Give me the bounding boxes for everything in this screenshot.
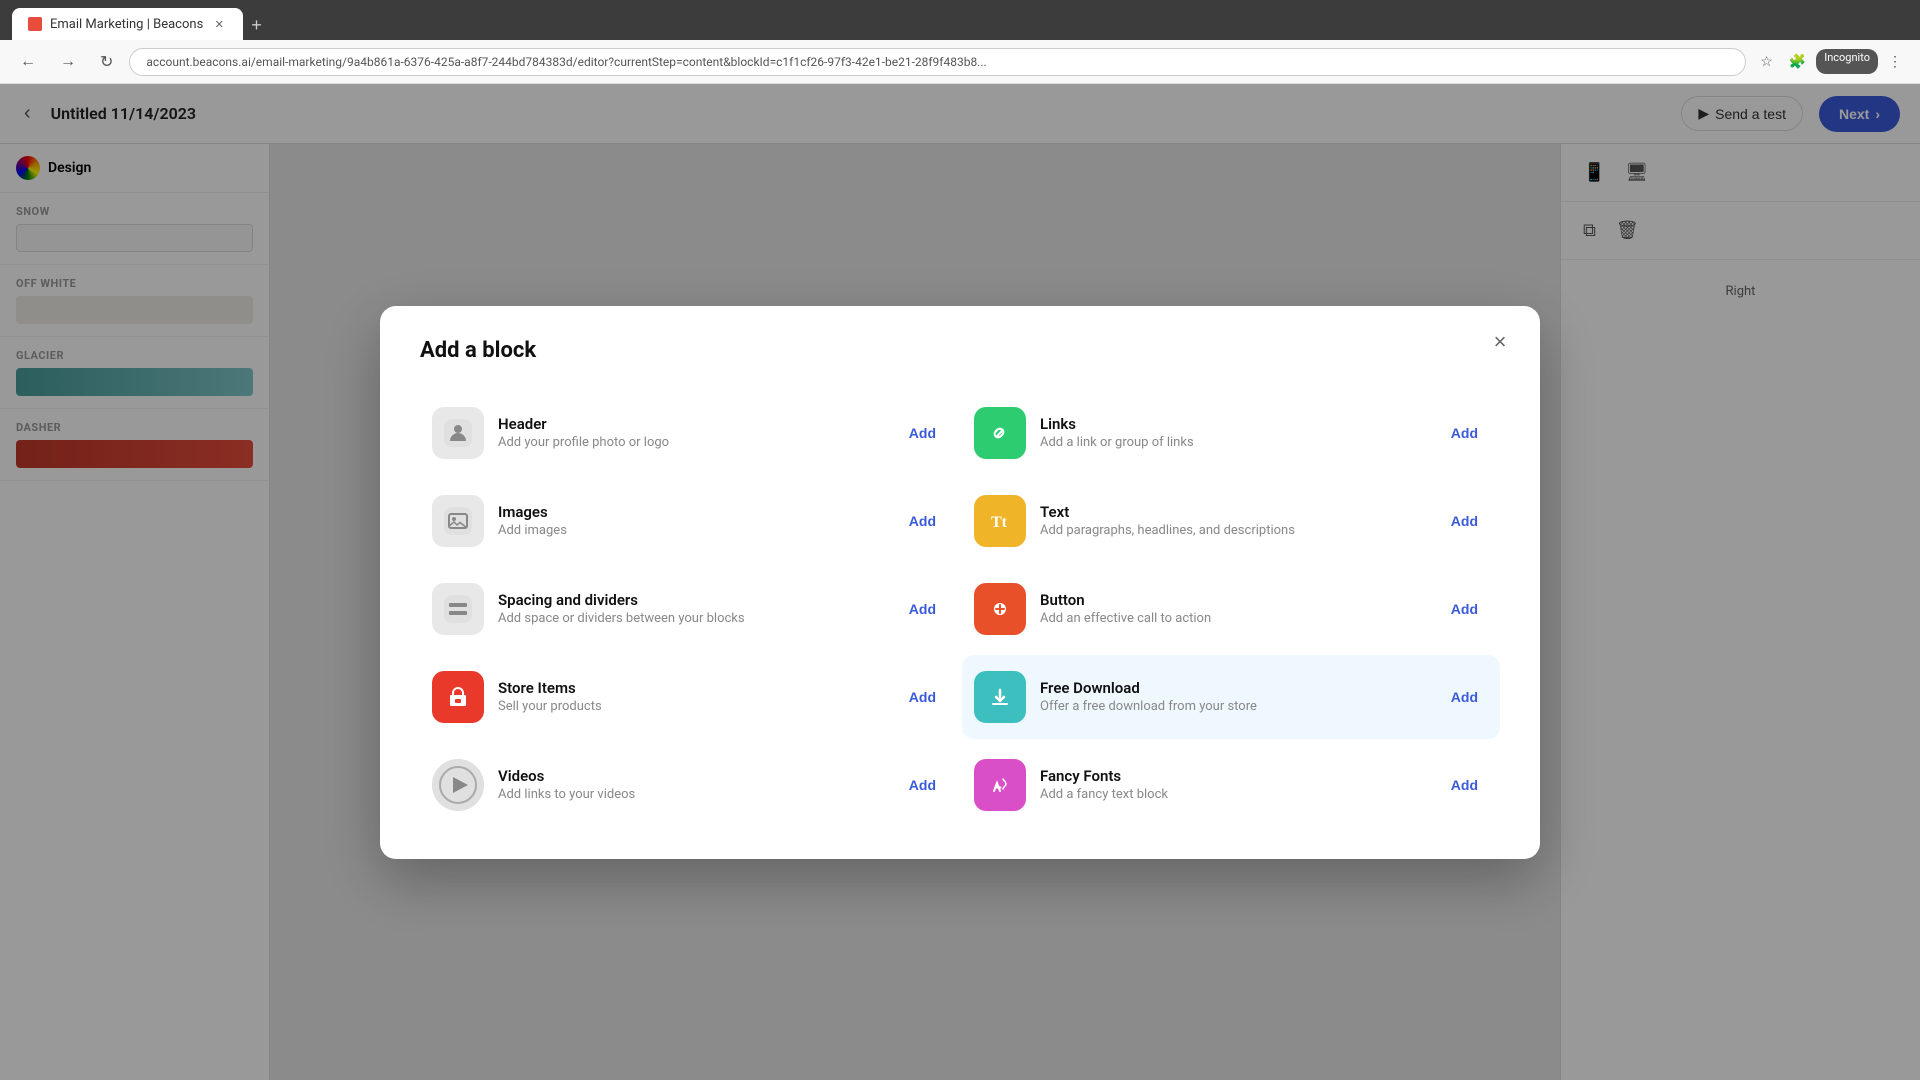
videos-block-name: Videos [498, 767, 885, 785]
spacing-block-info: Spacing and dividers Add space or divide… [498, 591, 885, 626]
header-block-name: Header [498, 415, 885, 433]
block-item-spacing[interactable]: Spacing and dividers Add space or divide… [420, 567, 958, 651]
free-download-block-info: Free Download Offer a free download from… [1040, 679, 1427, 714]
store-block-name: Store Items [498, 679, 885, 697]
block-item-button[interactable]: Button Add an effective call to action A… [962, 567, 1500, 651]
fancy-block-desc: Add a fancy text block [1040, 787, 1427, 802]
free-download-add-button[interactable]: Add [1441, 683, 1488, 711]
videos-add-button[interactable]: Add [899, 771, 946, 799]
text-block-name: Text [1040, 503, 1427, 521]
browser-chrome: Email Marketing | Beacons ✕ + [0, 0, 1920, 40]
extension-btn[interactable]: 🧩 [1783, 49, 1812, 74]
button-block-icon [974, 583, 1026, 635]
bookmark-btn[interactable]: ☆ [1754, 49, 1779, 74]
videos-block-icon [432, 759, 484, 811]
store-block-info: Store Items Sell your products [498, 679, 885, 714]
block-item-free-download[interactable]: Free Download Offer a free download from… [962, 655, 1500, 739]
menu-btn[interactable]: ⋮ [1882, 49, 1908, 74]
videos-block-desc: Add links to your videos [498, 787, 885, 802]
tab-favicon [28, 17, 42, 31]
header-block-info: Header Add your profile photo or logo [498, 415, 885, 450]
modal-close-button[interactable]: × [1484, 326, 1516, 358]
incognito-badge: Incognito [1816, 49, 1878, 74]
fancy-add-button[interactable]: Add [1441, 771, 1488, 799]
toolbar-icons: ☆ 🧩 Incognito ⋮ [1754, 49, 1908, 74]
text-block-info: Text Add paragraphs, headlines, and desc… [1040, 503, 1427, 538]
block-item-header[interactable]: Header Add your profile photo or logo Ad… [420, 391, 958, 475]
images-block-info: Images Add images [498, 503, 885, 538]
tab-title: Email Marketing | Beacons [50, 17, 203, 32]
header-block-desc: Add your profile photo or logo [498, 435, 885, 450]
images-block-name: Images [498, 503, 885, 521]
modal-overlay[interactable]: Add a block × Header Add your profile ph… [0, 84, 1920, 1080]
text-add-button[interactable]: Add [1441, 507, 1488, 535]
header-block-icon [432, 407, 484, 459]
spacing-add-button[interactable]: Add [899, 595, 946, 623]
fancy-block-name: Fancy Fonts [1040, 767, 1427, 785]
links-block-info: Links Add a link or group of links [1040, 415, 1427, 450]
browser-tabs: Email Marketing | Beacons ✕ + [12, 0, 270, 40]
forward-nav-btn[interactable]: → [52, 49, 84, 75]
block-item-videos[interactable]: Videos Add links to your videos Add [420, 743, 958, 827]
text-block-desc: Add paragraphs, headlines, and descripti… [1040, 523, 1427, 538]
links-block-name: Links [1040, 415, 1427, 433]
button-block-name: Button [1040, 591, 1427, 609]
videos-block-info: Videos Add links to your videos [498, 767, 885, 802]
images-block-desc: Add images [498, 523, 885, 538]
block-item-fancy[interactable]: Fancy Fonts Add a fancy text block Add [962, 743, 1500, 827]
tab-close-btn[interactable]: ✕ [211, 16, 227, 32]
modal-title: Add a block [420, 338, 1500, 363]
address-bar[interactable]: account.beacons.ai/email-marketing/9a4b8… [129, 48, 1746, 76]
active-tab[interactable]: Email Marketing | Beacons ✕ [12, 8, 243, 40]
block-grid: Header Add your profile photo or logo Ad… [420, 391, 1500, 827]
links-add-button[interactable]: Add [1441, 419, 1488, 447]
button-add-button[interactable]: Add [1441, 595, 1488, 623]
header-add-button[interactable]: Add [899, 419, 946, 447]
spacing-block-icon [432, 583, 484, 635]
block-item-links[interactable]: Links Add a link or group of links Add [962, 391, 1500, 475]
free-download-block-desc: Offer a free download from your store [1040, 699, 1427, 714]
browser-toolbar: ← → ↻ account.beacons.ai/email-marketing… [0, 40, 1920, 84]
free-download-block-icon [974, 671, 1026, 723]
button-block-desc: Add an effective call to action [1040, 611, 1427, 626]
fancy-block-info: Fancy Fonts Add a fancy text block [1040, 767, 1427, 802]
free-download-block-name: Free Download [1040, 679, 1427, 697]
spacing-block-name: Spacing and dividers [498, 591, 885, 609]
fancy-block-icon [974, 759, 1026, 811]
text-block-icon: Tt [974, 495, 1026, 547]
block-item-text[interactable]: Tt Text Add paragraphs, headlines, and d… [962, 479, 1500, 563]
store-add-button[interactable]: Add [899, 683, 946, 711]
back-nav-btn[interactable]: ← [12, 49, 44, 75]
links-block-icon [974, 407, 1026, 459]
block-item-images[interactable]: Images Add images Add [420, 479, 958, 563]
images-block-icon [432, 495, 484, 547]
url-text: account.beacons.ai/email-marketing/9a4b8… [146, 55, 986, 69]
add-block-modal: Add a block × Header Add your profile ph… [380, 306, 1540, 859]
svg-text:Tt: Tt [991, 514, 1008, 531]
reload-btn[interactable]: ↻ [92, 48, 121, 76]
button-block-info: Button Add an effective call to action [1040, 591, 1427, 626]
links-block-desc: Add a link or group of links [1040, 435, 1427, 450]
store-block-desc: Sell your products [498, 699, 885, 714]
store-block-icon [432, 671, 484, 723]
spacing-block-desc: Add space or dividers between your block… [498, 611, 885, 626]
block-item-store[interactable]: Store Items Sell your products Add [420, 655, 958, 739]
images-add-button[interactable]: Add [899, 507, 946, 535]
new-tab-button[interactable]: + [243, 11, 270, 40]
